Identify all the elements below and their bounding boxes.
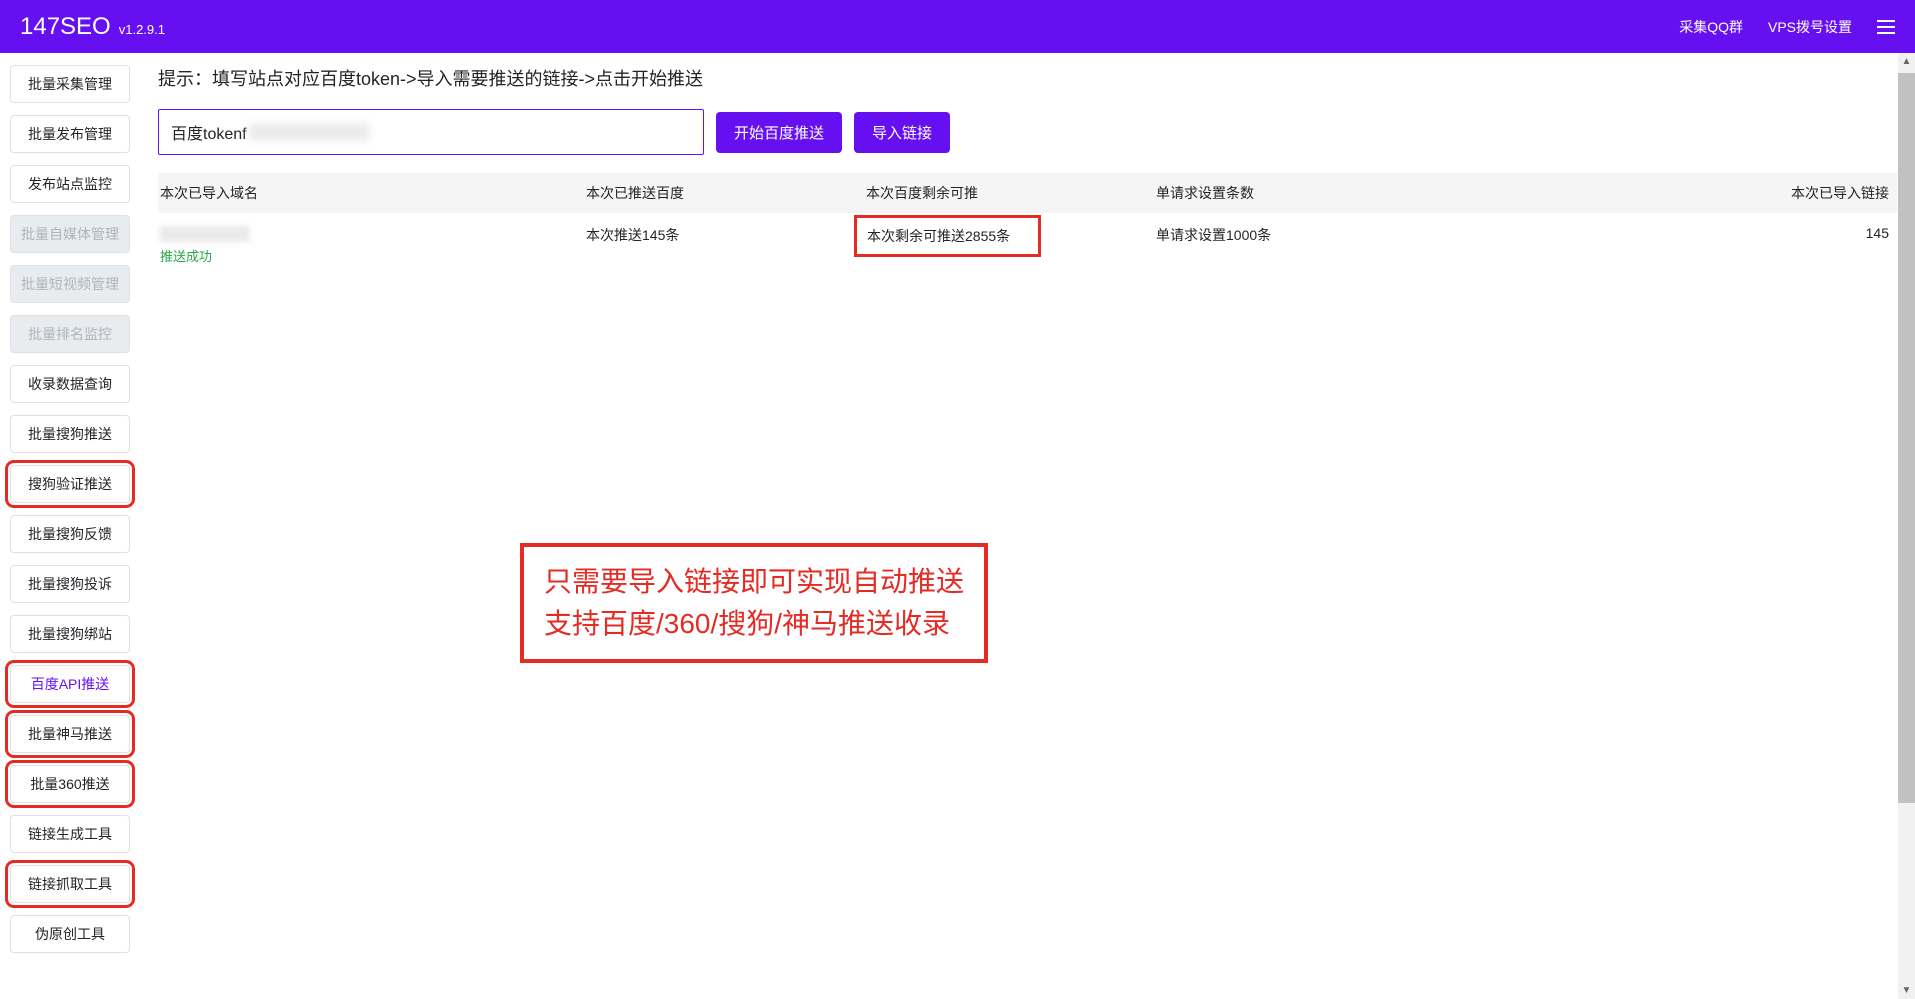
- th-imported: 本次已导入链接: [1741, 183, 1897, 203]
- td-per-request: 单请求设置1000条: [1156, 225, 1741, 265]
- scrollbar-down-icon[interactable]: ▼: [1898, 982, 1915, 999]
- sidebar-item-rewrite-tool[interactable]: 伪原创工具: [10, 915, 130, 953]
- sidebar-item-link-gen[interactable]: 链接生成工具: [10, 815, 130, 853]
- td-domain: 推送成功: [158, 225, 586, 265]
- qq-group-link[interactable]: 采集QQ群: [1679, 17, 1743, 37]
- sidebar-item-360-push[interactable]: 批量360推送: [10, 765, 130, 803]
- sidebar-item-sogou-bind[interactable]: 批量搜狗绑站: [10, 615, 130, 653]
- sidebar-item-batch-collect[interactable]: 批量采集管理: [10, 65, 130, 103]
- start-push-button[interactable]: 开始百度推送: [716, 112, 842, 153]
- sidebar-item-batch-publish[interactable]: 批量发布管理: [10, 115, 130, 153]
- th-per-request: 单请求设置条数: [1156, 183, 1741, 203]
- sidebar-item-video-manage: 批量短视频管理: [10, 265, 130, 303]
- scrollbar-thumb[interactable]: [1898, 73, 1915, 803]
- sidebar-item-rank-monitor: 批量排名监控: [10, 315, 130, 353]
- sidebar-item-index-query[interactable]: 收录数据查询: [10, 365, 130, 403]
- push-success-text: 推送成功: [160, 246, 586, 265]
- td-pushed: 本次推送145条: [586, 225, 866, 265]
- remaining-highlight: 本次剩余可推送2855条: [854, 215, 1041, 257]
- sidebar-item-baidu-api[interactable]: 百度API推送: [10, 665, 130, 703]
- domain-blurred: [160, 226, 250, 242]
- hint-text: 提示：填写站点对应百度token->导入需要推送的链接->点击开始推送: [158, 65, 1897, 91]
- th-domain: 本次已导入域名: [158, 183, 586, 203]
- sidebar-item-sogou-verify[interactable]: 搜狗验证推送: [10, 465, 130, 503]
- token-blurred: [249, 123, 369, 141]
- header-right: 采集QQ群 VPS拨号设置: [1679, 17, 1895, 37]
- vps-settings-link[interactable]: VPS拨号设置: [1768, 17, 1852, 37]
- sidebar-item-shenma-push[interactable]: 批量神马推送: [10, 715, 130, 753]
- app-title: 147SEO: [20, 13, 111, 41]
- header: 147SEO v1.2.9.1 采集QQ群 VPS拨号设置: [0, 0, 1915, 53]
- sidebar-item-link-crawl[interactable]: 链接抓取工具: [10, 865, 130, 903]
- app-version: v1.2.9.1: [119, 22, 165, 37]
- main-content: 提示：填写站点对应百度token->导入需要推送的链接->点击开始推送 百度to…: [140, 53, 1915, 999]
- th-pushed: 本次已推送百度: [586, 183, 866, 203]
- header-left: 147SEO v1.2.9.1: [20, 13, 165, 41]
- th-remaining: 本次百度剩余可推: [866, 183, 1156, 203]
- sidebar-item-publish-monitor[interactable]: 发布站点监控: [10, 165, 130, 203]
- baidu-token-input[interactable]: 百度tokenf: [158, 109, 704, 155]
- sidebar-item-sogou-push[interactable]: 批量搜狗推送: [10, 415, 130, 453]
- annotation-line1: 只需要导入链接即可实现自动推送: [544, 561, 964, 603]
- td-imported: 145: [1741, 225, 1897, 265]
- td-remaining: 本次剩余可推送2855条: [866, 225, 1156, 265]
- table-row: 推送成功 本次推送145条 本次剩余可推送2855条 单请求设置1000条 14…: [158, 213, 1897, 271]
- sidebar: 批量采集管理 批量发布管理 发布站点监控 批量自媒体管理 批量短视频管理 批量排…: [0, 53, 140, 999]
- sidebar-item-sogou-complaint[interactable]: 批量搜狗投诉: [10, 565, 130, 603]
- scrollbar[interactable]: ▲ ▼: [1898, 53, 1915, 999]
- scrollbar-up-icon[interactable]: ▲: [1898, 53, 1915, 70]
- sidebar-item-sogou-feedback[interactable]: 批量搜狗反馈: [10, 515, 130, 553]
- annotation-box: 只需要导入链接即可实现自动推送 支持百度/360/搜狗/神马推送收录: [520, 543, 988, 663]
- controls-row: 百度tokenf 开始百度推送 导入链接: [158, 109, 1897, 155]
- table-header: 本次已导入域名 本次已推送百度 本次百度剩余可推 单请求设置条数 本次已导入链接: [158, 173, 1897, 213]
- annotation-line2: 支持百度/360/搜狗/神马推送收录: [544, 603, 964, 645]
- import-links-button[interactable]: 导入链接: [854, 112, 950, 153]
- results-table: 本次已导入域名 本次已推送百度 本次百度剩余可推 单请求设置条数 本次已导入链接…: [158, 173, 1897, 271]
- sidebar-item-media-manage: 批量自媒体管理: [10, 215, 130, 253]
- token-input-prefix: 百度tokenf: [171, 120, 247, 144]
- hamburger-menu-icon[interactable]: [1877, 20, 1895, 34]
